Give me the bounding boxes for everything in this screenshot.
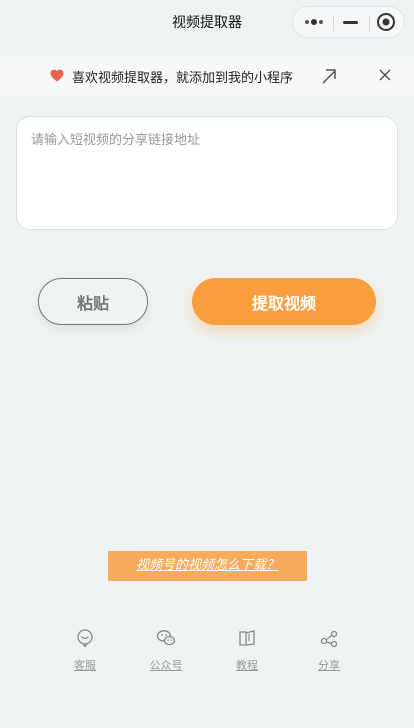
title-bar: 视频提取器 [0,0,414,44]
heart-icon [50,69,64,82]
help-link[interactable]: 视频号的视频怎么下载？ [108,551,307,581]
nav-item-customer-service[interactable]: 客服 [55,628,115,676]
link-input-box [16,116,398,230]
nav-item-share[interactable]: 分享 [299,628,359,676]
chat-icon [77,629,93,648]
arrow-up-right-icon[interactable] [320,67,338,85]
extract-video-button[interactable]: 提取视频 [192,278,376,325]
paste-button[interactable]: 粘贴 [38,278,148,325]
share-link-input[interactable] [31,129,383,219]
mini-program-capsule [292,6,405,38]
minimize-icon [343,21,358,24]
more-dots-icon [305,19,323,25]
more-button[interactable] [296,7,333,37]
nav-item-label: 分享 [318,659,340,672]
book-icon [239,630,255,646]
close-icon[interactable] [378,68,392,82]
nav-item-official-account[interactable]: 公众号 [136,628,196,676]
exit-button[interactable] [369,7,406,37]
target-circle-icon [377,13,395,31]
wechat-icon [156,630,176,646]
add-to-mini-program-banner: 喜欢视频提取器，就添加到我的小程序 [0,56,414,96]
page: 视频提取器 喜欢视频提取器，就添加到我的小程序 请输入短视频的分享链接地址 粘贴… [0,0,414,728]
banner-text: 喜欢视频提取器，就添加到我的小程序 [72,71,294,86]
nav-item-label: 公众号 [149,659,183,672]
nav-item-tutorial[interactable]: 教程 [217,628,277,676]
nav-item-label: 教程 [236,659,258,672]
minimize-button[interactable] [332,7,369,37]
nav-item-label: 客服 [74,659,96,672]
share-icon [320,630,338,648]
